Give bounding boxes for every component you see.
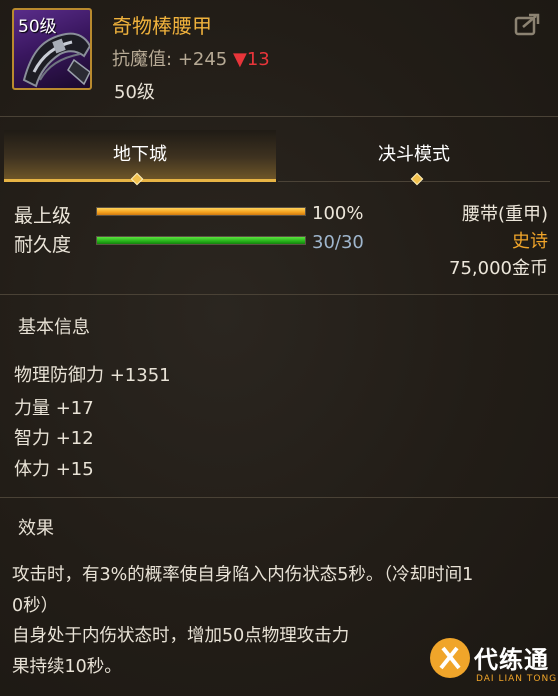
max-level-value: 100% — [312, 203, 364, 224]
item-rarity: 史诗 — [512, 231, 548, 252]
attribute-intelligence: 智力 +12 — [14, 428, 94, 449]
item-level: 50级 — [114, 82, 155, 103]
stats-divider — [0, 294, 558, 295]
durability-bar-fill — [97, 237, 305, 244]
magic-resistance-row: 抗魔值: +245 ▼13 — [112, 45, 270, 71]
attribute-physical-defense: 物理防御力 +1351 — [14, 365, 171, 386]
share-icon[interactable] — [514, 12, 542, 36]
max-level-bar — [96, 207, 306, 216]
max-level-label: 最上级 — [14, 205, 72, 227]
effect-line: 攻击时，有3%的概率使自身陷入内伤状态5秒。（冷却时间1 — [12, 565, 474, 585]
max-level-bar-fill — [97, 208, 305, 215]
item-price: 75,000金币 — [449, 258, 548, 279]
item-tooltip-panel: 50级 奇物棒腰甲 抗魔值: +245 ▼13 50级 地下城 决斗模式 最上级… — [0, 0, 558, 696]
resistance-delta-value: 13 — [246, 49, 270, 70]
effect-title: 效果 — [18, 518, 54, 539]
watermark-logo-icon — [430, 638, 470, 678]
durability-label: 耐久度 — [14, 234, 72, 256]
icon-level-badge: 50级 — [18, 17, 57, 37]
header-divider — [0, 116, 558, 117]
resistance-label: 抗魔值: — [112, 49, 173, 70]
effect-line: 0秒） — [12, 595, 59, 616]
attribute-strength: 力量 +17 — [14, 398, 94, 419]
attribute-vitality: 体力 +15 — [14, 459, 94, 480]
durability-value: 30/30 — [312, 232, 364, 253]
item-icon[interactable]: 50级 — [12, 8, 92, 90]
item-type: 腰带(重甲) — [461, 204, 548, 225]
diamond-marker-icon — [130, 172, 144, 186]
durability-bar — [96, 236, 306, 245]
item-name: 奇物棒腰甲 — [112, 14, 212, 38]
watermark-text: 代练通 — [474, 646, 549, 674]
down-arrow-icon: ▼ — [233, 49, 247, 70]
diamond-marker-icon — [410, 172, 424, 186]
basic-info-title: 基本信息 — [18, 317, 90, 338]
resistance-delta: ▼13 — [233, 49, 270, 70]
info-divider — [0, 497, 558, 498]
resistance-value: +245 — [177, 49, 228, 70]
sword-icon — [439, 646, 461, 670]
watermark-subtext: DAI LIAN TONG — [476, 674, 558, 684]
